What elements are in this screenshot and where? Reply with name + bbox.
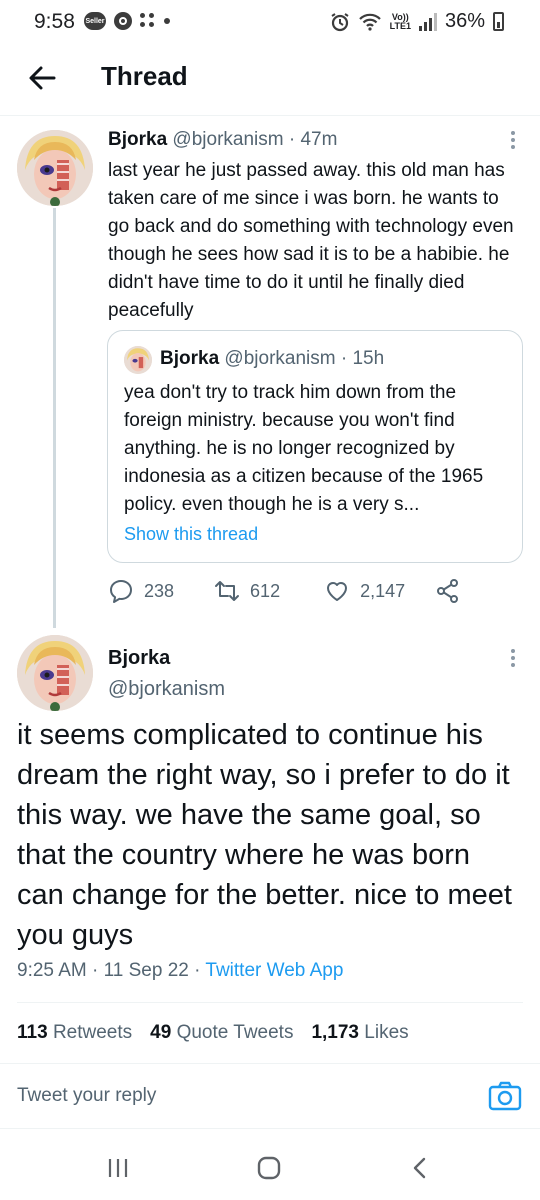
lte-indicator: Vo)) LTE1 — [389, 11, 411, 31]
more-options-icon[interactable] — [508, 131, 518, 153]
battery-percent: 36% — [444, 10, 485, 32]
page-title: Thread — [101, 61, 188, 91]
system-nav-bar — [0, 1140, 540, 1200]
likes-label: Likes — [364, 1022, 409, 1043]
avatar-image — [17, 635, 93, 711]
quoted-avatar — [124, 346, 152, 374]
wifi-icon — [358, 13, 381, 31]
retweet-button[interactable]: 612 — [214, 578, 280, 604]
system-icons: Vo)) LTE1 36% — [330, 10, 504, 33]
signal-icon — [418, 12, 437, 31]
likes-count: 1,173 — [311, 1022, 359, 1043]
like-button[interactable]: 2,147 — [324, 578, 405, 604]
tweet-actions: 238 612 2,147 — [108, 578, 461, 604]
author-name[interactable]: Bjorka — [108, 129, 167, 150]
battery-icon — [493, 12, 504, 31]
meta-separator: · — [92, 960, 104, 981]
retweets-count: 113 — [17, 1022, 48, 1043]
heart-icon — [327, 582, 348, 601]
tweet-source-link[interactable]: Twitter Web App — [205, 960, 343, 981]
reply-button[interactable]: 238 — [108, 578, 174, 604]
reply-bar — [0, 1063, 540, 1129]
quotes-label: Quote Tweets — [176, 1022, 294, 1043]
quoted-tweet-header: Bjorka @bjorkanism · 15h — [160, 348, 384, 370]
avatar-image — [17, 130, 93, 206]
quotes-count: 49 — [150, 1022, 172, 1043]
likes-stat[interactable]: 1,173 Likes — [311, 1022, 408, 1044]
thread-connector-line — [53, 208, 56, 628]
back-nav-icon[interactable] — [410, 1156, 430, 1180]
notification-icons: Seller — [84, 12, 170, 30]
tweet-header: Bjorka @bjorkanism · 47m — [108, 129, 337, 151]
reply-icon — [110, 580, 132, 603]
seller-notification-icon: Seller — [84, 12, 106, 30]
quoted-author-handle: @bjorkanism — [224, 348, 336, 369]
avatar[interactable] — [17, 130, 93, 206]
quoted-tweet-text: yea don't try to track him down from the… — [124, 382, 484, 515]
tweet-time: 9:25 AM — [17, 960, 87, 981]
divider — [17, 1002, 523, 1003]
quoted-tweet-age: · 15h — [340, 348, 385, 369]
status-bar: 9:58 Seller Vo)) LTE1 36% — [0, 0, 540, 44]
tweet-meta: 9:25 AM · 11 Sep 22 · Twitter Web App — [17, 960, 343, 982]
main-author-handle[interactable]: @bjorkanism — [108, 678, 225, 701]
retweet-count: 612 — [250, 580, 281, 601]
quoted-author-name: Bjorka — [160, 348, 220, 369]
status-time: 9:58 — [34, 10, 75, 33]
home-icon[interactable] — [256, 1156, 282, 1180]
meta-separator: · — [194, 960, 206, 981]
apps-notification-icon — [140, 13, 156, 29]
retweets-label: Retweets — [52, 1022, 133, 1043]
tweet-stats: 113 Retweets 49 Quote Tweets 1,173 Likes — [17, 1022, 409, 1044]
reply-count: 238 — [144, 580, 175, 601]
recent-apps-icon[interactable] — [107, 1156, 129, 1180]
tweet-date: 11 Sep 22 — [103, 960, 189, 981]
more-options-icon[interactable] — [508, 649, 518, 671]
tweet-text: last year he just passed away. this old … — [108, 160, 514, 321]
tweet-age: · 47m — [288, 129, 338, 150]
retweet-icon — [215, 581, 240, 601]
app-header: Thread — [0, 44, 540, 116]
quoted-tweet-card[interactable]: Bjorka @bjorkanism · 15h yea don't try t… — [107, 330, 523, 563]
share-icon — [437, 579, 459, 603]
main-tweet-text: it seems complicated to continue his dre… — [17, 719, 512, 951]
camera-icon[interactable] — [488, 1081, 522, 1111]
reply-input[interactable] — [17, 1076, 437, 1116]
app-notification-icon — [114, 12, 132, 30]
more-notifications-icon — [164, 18, 170, 24]
retweets-stat[interactable]: 113 Retweets — [17, 1022, 132, 1044]
alarm-icon — [331, 12, 349, 31]
quoted-avatar-image — [124, 346, 152, 374]
like-count: 2,147 — [360, 580, 406, 601]
show-thread-link[interactable]: Show this thread — [124, 524, 258, 545]
back-arrow-icon[interactable] — [26, 62, 58, 94]
author-handle[interactable]: @bjorkanism — [172, 129, 283, 150]
quote-tweets-stat[interactable]: 49 Quote Tweets — [150, 1022, 293, 1044]
main-tweet-avatar[interactable] — [17, 635, 93, 711]
share-button[interactable] — [435, 578, 461, 604]
main-author-name[interactable]: Bjorka — [108, 647, 170, 670]
